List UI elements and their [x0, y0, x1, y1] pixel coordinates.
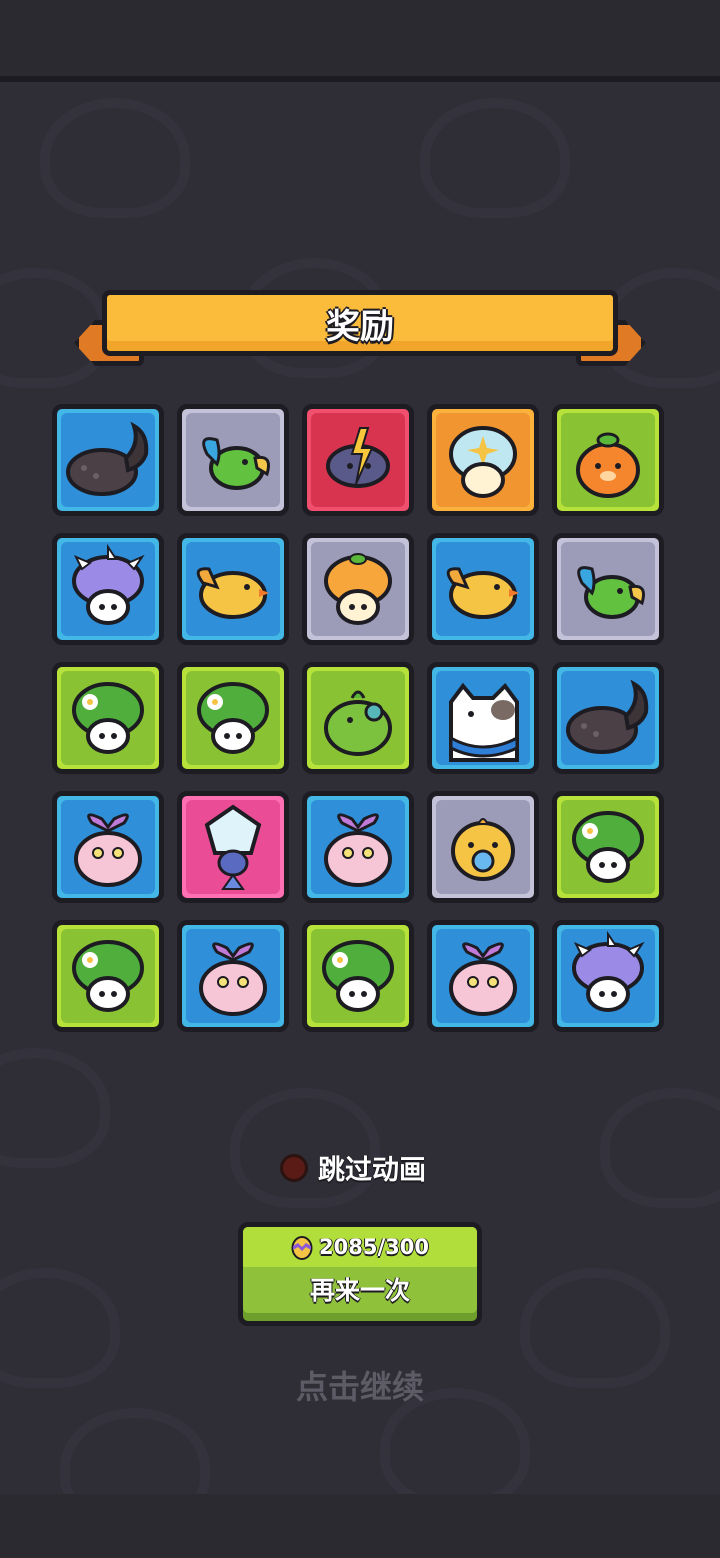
- ribbon-band: 奖励: [102, 290, 618, 356]
- draw-again-button[interactable]: 2085/300 再来一次: [238, 1222, 482, 1326]
- reward-tile[interactable]: [302, 920, 414, 1032]
- green-flower-mushroom-icon: [572, 811, 644, 883]
- yellow-bird-icon: [196, 567, 269, 619]
- reward-tile[interactable]: [302, 791, 414, 903]
- reward-tile[interactable]: [177, 533, 289, 645]
- reward-tile[interactable]: [427, 533, 539, 645]
- pink-bow-slime-icon: [449, 942, 517, 1016]
- pacifier-chick-icon: [451, 818, 515, 881]
- reward-tile[interactable]: [427, 791, 539, 903]
- reward-tile[interactable]: [302, 404, 414, 516]
- reward-tile[interactable]: [177, 404, 289, 516]
- green-frog-icon: [324, 690, 392, 756]
- storm-cloud-icon: [326, 427, 390, 488]
- reward-tile[interactable]: [52, 404, 164, 516]
- green-flower-mushroom-icon: [322, 940, 394, 1012]
- purple-spiky-mushroom-icon: [572, 930, 645, 1012]
- orange-blob-icon: [576, 432, 640, 498]
- reward-tile[interactable]: [427, 662, 539, 774]
- egg-icon: [291, 1236, 313, 1260]
- rainbow-mushroom-icon: [449, 426, 517, 498]
- ice-crystal-creature-icon: [204, 804, 262, 890]
- skip-animation-label: 跳过动画: [318, 1155, 426, 1186]
- draw-cost-value: 2085/300: [319, 1235, 429, 1259]
- pink-bow-slime-icon: [324, 813, 392, 887]
- pink-bow-slime-icon: [199, 942, 267, 1016]
- reward-grid: [52, 404, 668, 1032]
- reward-tile[interactable]: [177, 791, 289, 903]
- draw-again-label: 再来一次: [309, 1276, 410, 1305]
- reward-tile[interactable]: [552, 791, 664, 903]
- draw-cost: 2085/300: [243, 1227, 477, 1267]
- reward-tile[interactable]: [552, 662, 664, 774]
- reward-tile[interactable]: [52, 533, 164, 645]
- reward-tile[interactable]: [552, 920, 664, 1032]
- skip-animation-radio[interactable]: [280, 1153, 308, 1182]
- yellow-bird-icon: [446, 567, 519, 619]
- reward-tile[interactable]: [177, 662, 289, 774]
- reward-tile[interactable]: [552, 533, 664, 645]
- reward-tile[interactable]: [52, 791, 164, 903]
- rhino-beetle-icon: [66, 421, 149, 496]
- purple-spiky-mushroom-icon: [72, 543, 145, 625]
- green-parrot-icon: [202, 437, 270, 490]
- green-parrot-icon: [577, 566, 645, 619]
- green-flower-mushroom-icon: [72, 682, 144, 754]
- page-title: 奖励: [326, 306, 394, 347]
- skip-animation-toggle[interactable]: 跳过动画: [280, 1148, 426, 1187]
- calico-cat-icon: [449, 682, 519, 762]
- bottom-nav-bar: [0, 1494, 720, 1558]
- tap-to-continue[interactable]: 点击继续: [0, 1362, 720, 1408]
- reward-tile[interactable]: [302, 533, 414, 645]
- pink-bow-slime-icon: [74, 813, 142, 887]
- reward-tile[interactable]: [427, 920, 539, 1032]
- reward-tile[interactable]: [552, 404, 664, 516]
- reward-tile[interactable]: [302, 662, 414, 774]
- rhino-beetle-icon: [566, 679, 649, 754]
- reward-tile[interactable]: [52, 662, 164, 774]
- green-flower-mushroom-icon: [72, 940, 144, 1012]
- top-status-bar: [0, 0, 720, 82]
- reward-tile[interactable]: [177, 920, 289, 1032]
- orange-mushroom-icon: [324, 553, 392, 625]
- reward-tile[interactable]: [52, 920, 164, 1032]
- green-flower-mushroom-icon: [197, 682, 269, 754]
- reward-tile[interactable]: [427, 404, 539, 516]
- reward-ribbon: 奖励: [74, 290, 646, 380]
